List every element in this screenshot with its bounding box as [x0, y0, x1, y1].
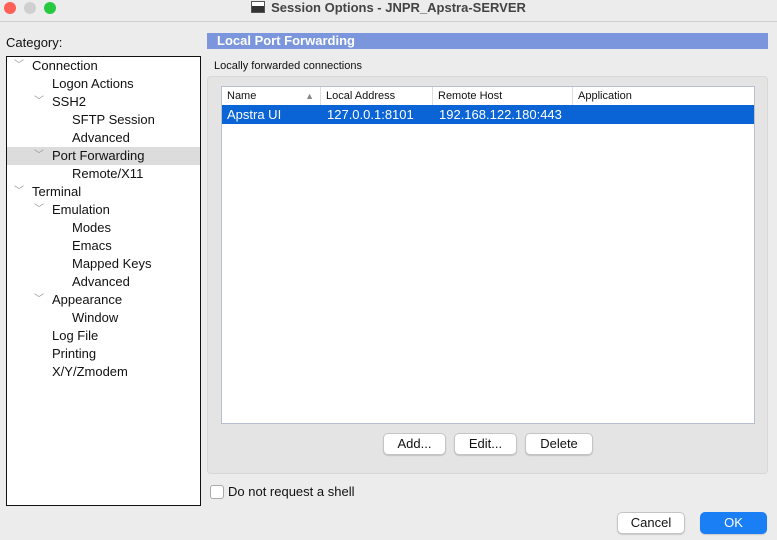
forwarding-list[interactable]: Name ▲ Local Address Remote Host Applicat…: [221, 86, 755, 424]
tree-item-label: Printing: [52, 346, 97, 361]
tree-item[interactable]: ﹀ Port Forwarding: [7, 147, 200, 165]
cell-remote-host: 192.168.122.180:443: [439, 107, 562, 122]
window-title: Session Options - JNPR_Apstra-SERVER: [0, 0, 777, 16]
titlebar-divider: [0, 21, 777, 22]
column-header-application[interactable]: Application: [573, 87, 754, 105]
tree-item-label: Appearance: [52, 292, 123, 307]
tree-item[interactable]: SFTP Session: [7, 111, 200, 129]
column-header-remote-host[interactable]: Remote Host: [433, 87, 573, 105]
tree-item[interactable]: ﹀ Appearance: [7, 291, 200, 309]
tree-item-label: Modes: [72, 220, 112, 235]
tree-item[interactable]: Window: [7, 309, 200, 327]
column-header-name[interactable]: Name ▲: [222, 87, 321, 105]
tree-item[interactable]: Modes: [7, 219, 200, 237]
chevron-down-icon[interactable]: ﹀: [34, 291, 44, 309]
tree-item-label: Log File: [52, 328, 99, 343]
tree-item[interactable]: Advanced: [7, 129, 200, 147]
tree-item[interactable]: Emacs: [7, 237, 200, 255]
tree-item-label: Emulation: [52, 202, 110, 217]
tree-item-label: Mapped Keys: [72, 256, 152, 271]
tree-item-label: Connection: [32, 58, 98, 73]
tree-item[interactable]: Log File: [7, 327, 200, 345]
tree-item-label: X/Y/Zmodem: [52, 364, 128, 379]
tree-item-label: Window: [72, 310, 119, 325]
tree-item[interactable]: X/Y/Zmodem: [7, 363, 200, 381]
tree-item-label: Terminal: [32, 184, 82, 199]
cancel-button[interactable]: Cancel: [617, 512, 685, 534]
edit-button[interactable]: Edit...: [454, 433, 517, 455]
ok-button[interactable]: OK: [700, 512, 767, 534]
window-title-text: Session Options - JNPR_Apstra-SERVER: [271, 0, 526, 15]
chevron-down-icon[interactable]: ﹀: [34, 201, 44, 219]
sort-ascending-icon: ▲: [305, 91, 314, 101]
delete-button[interactable]: Delete: [525, 433, 593, 455]
cell-local-address: 127.0.0.1:8101: [327, 107, 414, 122]
column-header-local-address[interactable]: Local Address: [321, 87, 433, 105]
chevron-down-icon[interactable]: ﹀: [34, 93, 44, 111]
no-shell-label[interactable]: Do not request a shell: [228, 484, 354, 499]
session-icon: [251, 1, 266, 13]
panel-header: Local Port Forwarding: [207, 33, 768, 49]
column-name-label: Name: [227, 90, 257, 102]
no-shell-checkbox[interactable]: [210, 485, 224, 499]
tree-item-label: Advanced: [72, 274, 130, 289]
cell-name: Apstra UI: [227, 107, 282, 122]
table-row[interactable]: Apstra UI 127.0.0.1:8101 192.168.122.180…: [222, 105, 754, 124]
tree-item-label: SSH2: [52, 94, 86, 109]
tree-item-label: Advanced: [72, 130, 130, 145]
tree-item-label: Port Forwarding: [52, 148, 145, 163]
add-button[interactable]: Add...: [383, 433, 446, 455]
chevron-down-icon[interactable]: ﹀: [14, 183, 24, 201]
tree-item[interactable]: ﹀ Connection: [7, 57, 200, 75]
tree-item-label: Logon Actions: [52, 76, 134, 91]
panel-subtitle: Locally forwarded connections: [214, 60, 362, 72]
chevron-down-icon[interactable]: ﹀: [34, 147, 44, 165]
tree-item[interactable]: Advanced: [7, 273, 200, 291]
tree-item[interactable]: ﹀ Terminal: [7, 183, 200, 201]
tree-item[interactable]: ﹀ SSH2: [7, 93, 200, 111]
tree-item[interactable]: ﹀ Emulation: [7, 201, 200, 219]
tree-item[interactable]: Remote/X11: [7, 165, 200, 183]
tree-item-label: Emacs: [72, 238, 112, 253]
tree-item-label: Remote/X11: [72, 166, 144, 181]
category-tree[interactable]: ﹀ Connection Logon Actions ﹀ SSH2 SFTP Sessio…: [6, 56, 201, 506]
tree-item[interactable]: Logon Actions: [7, 75, 200, 93]
chevron-down-icon[interactable]: ﹀: [14, 57, 24, 75]
tree-item[interactable]: Printing: [7, 345, 200, 363]
category-label: Category:: [6, 35, 63, 50]
tree-item[interactable]: Mapped Keys: [7, 255, 200, 273]
tree-item-label: SFTP Session: [72, 112, 155, 127]
